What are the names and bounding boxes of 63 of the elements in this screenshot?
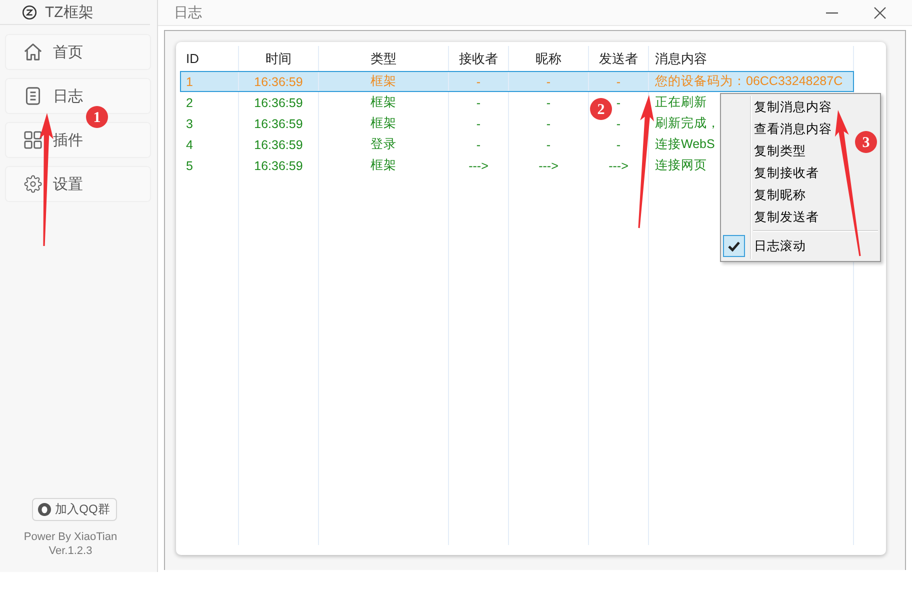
table-cell: - <box>476 138 481 152</box>
table-cell: - <box>546 116 551 130</box>
table-cell: - <box>616 138 621 152</box>
column-header: 接收者 <box>459 50 498 68</box>
table-cell: - <box>546 74 551 88</box>
window-title: 日志 <box>174 4 202 22</box>
menu-item[interactable]: 复制发送者 <box>721 206 823 228</box>
table-cell: 框架 <box>370 115 396 132</box>
table-cell: 4 <box>186 138 193 152</box>
settings-icon <box>24 175 42 193</box>
table-cell: ---> <box>608 158 628 172</box>
table-cell: - <box>616 74 621 88</box>
table-cell: 连接WebS <box>655 136 715 153</box>
column-header: 时间 <box>266 50 292 68</box>
table-cell: - <box>476 74 481 88</box>
credit-text: Power By XiaoTian <box>24 530 118 544</box>
table-cell: 连接网页 <box>655 157 707 174</box>
join-group-button[interactable]: 加入QQ群 <box>32 498 117 521</box>
table-cell: 框架 <box>370 73 396 90</box>
version-text: Ver.1.2.3 <box>48 544 92 558</box>
table-cell: 刷新完成， <box>655 115 720 132</box>
table-cell: - <box>616 96 621 110</box>
table-cell: 1 <box>186 74 193 88</box>
grid-icon <box>24 131 42 149</box>
table-cell: 您的设备码为：06CC33248287C <box>655 73 843 90</box>
column-header: 昵称 <box>536 50 562 68</box>
table-cell: - <box>476 96 481 110</box>
column-header: ID <box>186 51 199 66</box>
home-icon <box>24 43 42 61</box>
menu-item[interactable]: 日志滚动 <box>721 234 810 258</box>
logo-icon <box>22 4 37 20</box>
table-cell: 16:36:59 <box>254 158 303 172</box>
close-icon[interactable] <box>874 6 886 18</box>
table-cell: - <box>546 96 551 110</box>
table-cell: 框架 <box>370 157 396 174</box>
table-cell: 框架 <box>370 94 396 111</box>
document-icon <box>24 87 42 105</box>
table-cell: 2 <box>186 96 193 110</box>
table-cell: - <box>476 116 481 130</box>
table-cell: 16:36:59 <box>254 74 303 88</box>
app-title: TZ框架 <box>45 2 94 22</box>
table-cell: - <box>546 138 551 152</box>
sidebar-item[interactable]: 首页 <box>5 34 151 70</box>
table-cell: 登录 <box>370 136 396 153</box>
sidebar-item[interactable]: 设置 <box>5 166 151 202</box>
table-cell: 16:36:59 <box>254 96 303 110</box>
column-header: 类型 <box>370 50 396 68</box>
table-cell: ---> <box>468 158 488 172</box>
step-marker: 1 <box>86 106 108 128</box>
column-header: 发送者 <box>599 50 638 68</box>
table-cell: 16:36:59 <box>254 116 303 130</box>
step-marker: 3 <box>855 131 877 153</box>
step-marker: 2 <box>590 98 612 120</box>
table-cell: 3 <box>186 116 193 130</box>
table-cell: 正在刷新 <box>655 94 707 111</box>
table-cell: ---> <box>538 158 558 172</box>
column-header: 消息内容 <box>655 50 707 68</box>
sidebar-item[interactable]: 插件 <box>5 122 151 158</box>
round-logo-icon <box>38 503 52 516</box>
table-cell: 5 <box>186 158 193 172</box>
menu-item[interactable]: 复制昵称 <box>721 184 810 206</box>
table-cell: - <box>616 116 621 130</box>
table-cell: 16:36:59 <box>254 138 303 152</box>
